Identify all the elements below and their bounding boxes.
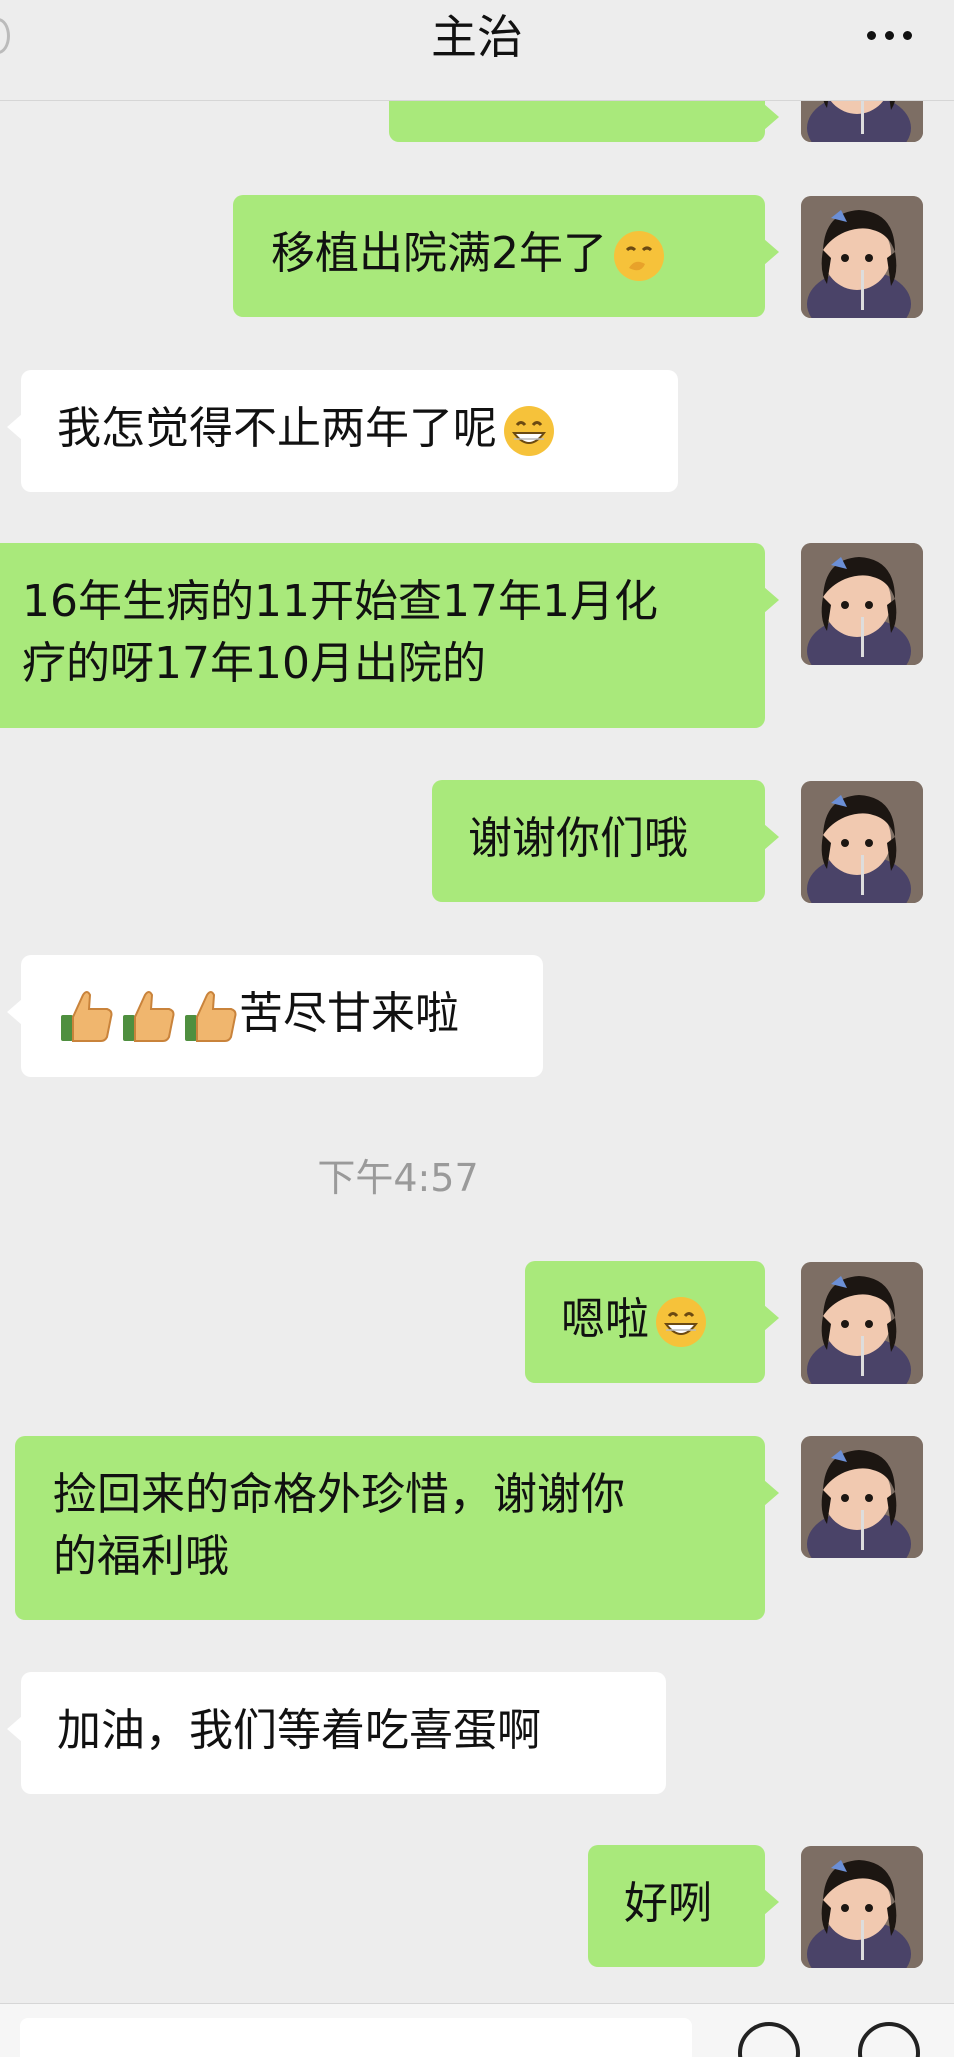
- avatar[interactable]: [801, 196, 923, 318]
- message-text: 加油，我们等着吃喜蛋啊: [57, 1705, 541, 1756]
- chat-title: 主治: [431, 10, 523, 64]
- grin-emoji: [653, 1294, 709, 1350]
- message-bubble-outgoing[interactable]: 嗯啦: [525, 1261, 779, 1383]
- chat-header: 主治: [0, 0, 954, 101]
- message-text-line: 捡回来的命格外珍惜，谢谢你: [53, 1469, 625, 1520]
- message-text: 谢谢你们哦: [468, 813, 688, 864]
- grin-emoji: [501, 403, 557, 459]
- message-bubble-outgoing[interactable]: 移植出院满2年了: [233, 195, 779, 317]
- more-icon[interactable]: [844, 4, 934, 66]
- avatar[interactable]: [801, 781, 923, 903]
- add-attachment-icon[interactable]: [858, 2022, 920, 2057]
- message-text-line: 的福利哦: [53, 1531, 229, 1582]
- hush-emoji: [611, 228, 667, 284]
- message-bubble-incoming[interactable]: 苦尽甘来啦: [7, 955, 543, 1077]
- message-bubble-incoming[interactable]: 我怎觉得不止两年了呢: [7, 370, 678, 492]
- message-bubble-outgoing[interactable]: 捡回来的命格外珍惜，谢谢你 的福利哦: [15, 1436, 779, 1620]
- message-text: 好咧: [624, 1878, 712, 1929]
- avatar[interactable]: [801, 1846, 923, 1968]
- message-text: 移植出院满2年了: [271, 228, 607, 279]
- emoji-picker-icon[interactable]: [738, 2022, 800, 2057]
- avatar[interactable]: [801, 1262, 923, 1384]
- message-bubble-outgoing[interactable]: 16年生病的11开始查17年1月化 疗的呀17年10月出院的: [0, 543, 779, 728]
- message-text-line: 16年生病的11开始查17年1月化: [22, 576, 658, 627]
- message-text: 我怎觉得不止两年了呢: [57, 403, 497, 454]
- thumbs-up-emoji: [57, 987, 115, 1045]
- avatar[interactable]: [801, 543, 923, 665]
- message-bubble-outgoing[interactable]: 谢谢你们哦: [432, 780, 779, 902]
- chat-screen: 主治 移植出院满2年了 我怎觉得不止两年了呢 16年生病的11开始查17年1月化…: [0, 0, 954, 2057]
- thumbs-up-emoji: [119, 987, 177, 1045]
- input-toolbar: [0, 2003, 954, 2057]
- message-input[interactable]: [20, 2018, 692, 2057]
- message-text-line: 疗的呀17年10月出院的: [22, 638, 486, 689]
- thumbs-up-emoji: [181, 987, 239, 1045]
- message-timestamp: 下午4:57: [317, 1156, 479, 1200]
- message-text: 苦尽甘来啦: [239, 988, 459, 1039]
- message-text: 嗯啦: [561, 1294, 649, 1345]
- message-bubble-incoming[interactable]: 加油，我们等着吃喜蛋啊: [7, 1672, 666, 1794]
- avatar[interactable]: [801, 1436, 923, 1558]
- message-bubble-outgoing[interactable]: 好咧: [588, 1845, 779, 1967]
